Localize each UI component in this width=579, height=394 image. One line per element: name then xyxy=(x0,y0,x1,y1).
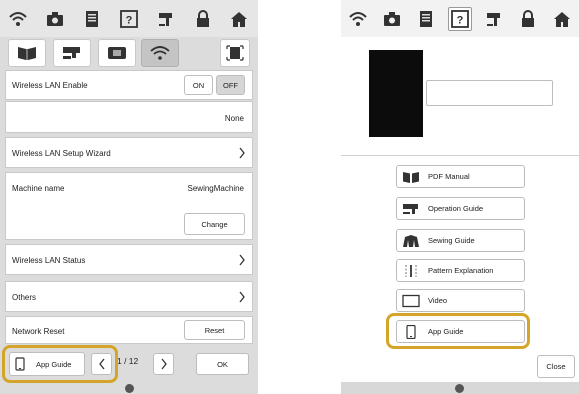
wireless-settings-screen: ? Wireless LAN Enable ON OFF None Wirele… xyxy=(0,0,258,394)
wireless-status-label: Wireless LAN Status xyxy=(12,256,86,265)
book-tab[interactable] xyxy=(8,39,46,67)
machine-image xyxy=(369,50,423,137)
collapse-handle-icon[interactable] xyxy=(455,384,464,393)
garment-icon xyxy=(402,234,420,248)
help-icon[interactable]: ? xyxy=(117,7,141,31)
wifi-icon[interactable] xyxy=(6,7,30,31)
chevron-right-icon xyxy=(239,254,245,266)
wifi-on-button[interactable]: ON xyxy=(184,75,213,95)
document-icon[interactable] xyxy=(414,7,438,31)
document-icon[interactable] xyxy=(80,7,104,31)
stitch-pattern-icon xyxy=(402,264,420,278)
home-icon[interactable] xyxy=(227,7,251,31)
camera-icon[interactable] xyxy=(43,7,67,31)
pattern-explanation-label: Pattern Explanation xyxy=(428,266,494,275)
machine-name-row: Machine name SewingMachine Change xyxy=(5,172,253,240)
sewing-machine-icon[interactable] xyxy=(482,7,506,31)
wifi-icon[interactable] xyxy=(346,7,370,31)
pdf-manual-label: PDF Manual xyxy=(428,172,470,181)
wifi-off-button[interactable]: OFF xyxy=(216,75,245,95)
network-value: None xyxy=(224,114,244,123)
close-button[interactable]: Close xyxy=(537,355,575,378)
others-label: Others xyxy=(12,293,37,302)
change-name-button[interactable]: Change xyxy=(184,213,245,235)
network-reset-label: Network Reset xyxy=(12,327,65,336)
video-label: Video xyxy=(428,296,448,305)
wifi-tab[interactable] xyxy=(141,39,179,67)
open-book-icon xyxy=(402,170,420,184)
pattern-explanation-button[interactable]: Pattern Explanation xyxy=(396,259,525,282)
machine-tab[interactable] xyxy=(53,39,91,67)
wireless-enable-row: Wireless LAN Enable ON OFF xyxy=(5,70,253,100)
svg-text:?: ? xyxy=(126,14,133,26)
reset-button[interactable]: Reset xyxy=(184,320,245,340)
video-icon xyxy=(402,294,420,308)
machine-name-label: Machine name xyxy=(12,184,65,193)
status-bar: ? xyxy=(341,0,579,37)
svg-text:?: ? xyxy=(457,14,464,26)
chevron-right-icon xyxy=(160,358,167,370)
chevron-right-icon xyxy=(239,291,245,303)
sewing-guide-button[interactable]: Sewing Guide xyxy=(396,229,525,252)
setup-wizard-label: Wireless LAN Setup Wizard xyxy=(12,149,111,158)
page-indicator: 1 / 12 xyxy=(117,356,139,366)
others-row[interactable]: Others xyxy=(5,281,253,312)
operation-guide-button[interactable]: Operation Guide xyxy=(396,197,525,220)
pdf-manual-button[interactable]: PDF Manual xyxy=(396,165,525,188)
scan-tab[interactable] xyxy=(220,39,250,67)
chevron-right-icon xyxy=(239,147,245,159)
network-value-row: None xyxy=(5,101,253,133)
settings-tab-row xyxy=(0,37,258,70)
wireless-enable-label: Wireless LAN Enable xyxy=(12,81,88,90)
collapse-handle-icon[interactable] xyxy=(125,384,134,393)
sewing-guide-label: Sewing Guide xyxy=(428,236,475,245)
lock-icon[interactable] xyxy=(191,7,215,31)
next-page-button[interactable] xyxy=(153,353,174,375)
home-icon[interactable] xyxy=(550,7,574,31)
sewing-machine-icon[interactable] xyxy=(154,7,178,31)
video-button[interactable]: Video xyxy=(396,289,525,312)
machine-name-box xyxy=(426,80,553,106)
setup-wizard-row[interactable]: Wireless LAN Setup Wizard xyxy=(5,137,253,168)
camera-icon[interactable] xyxy=(380,7,404,31)
operation-guide-label: Operation Guide xyxy=(428,204,484,213)
network-reset-row: Network Reset Reset xyxy=(5,316,253,344)
lock-icon[interactable] xyxy=(516,7,540,31)
divider xyxy=(341,155,579,156)
ok-button[interactable]: OK xyxy=(196,353,249,375)
machine-name-value: SewingMachine xyxy=(187,184,244,193)
wireless-status-row[interactable]: Wireless LAN Status xyxy=(5,244,253,275)
app-guide-highlight xyxy=(2,345,118,383)
status-bar: ? xyxy=(0,0,258,37)
embroidery-tab[interactable] xyxy=(98,39,136,67)
sewing-machine-icon xyxy=(402,202,420,216)
app-guide-highlight xyxy=(386,313,530,349)
help-icon[interactable]: ? xyxy=(448,6,472,31)
